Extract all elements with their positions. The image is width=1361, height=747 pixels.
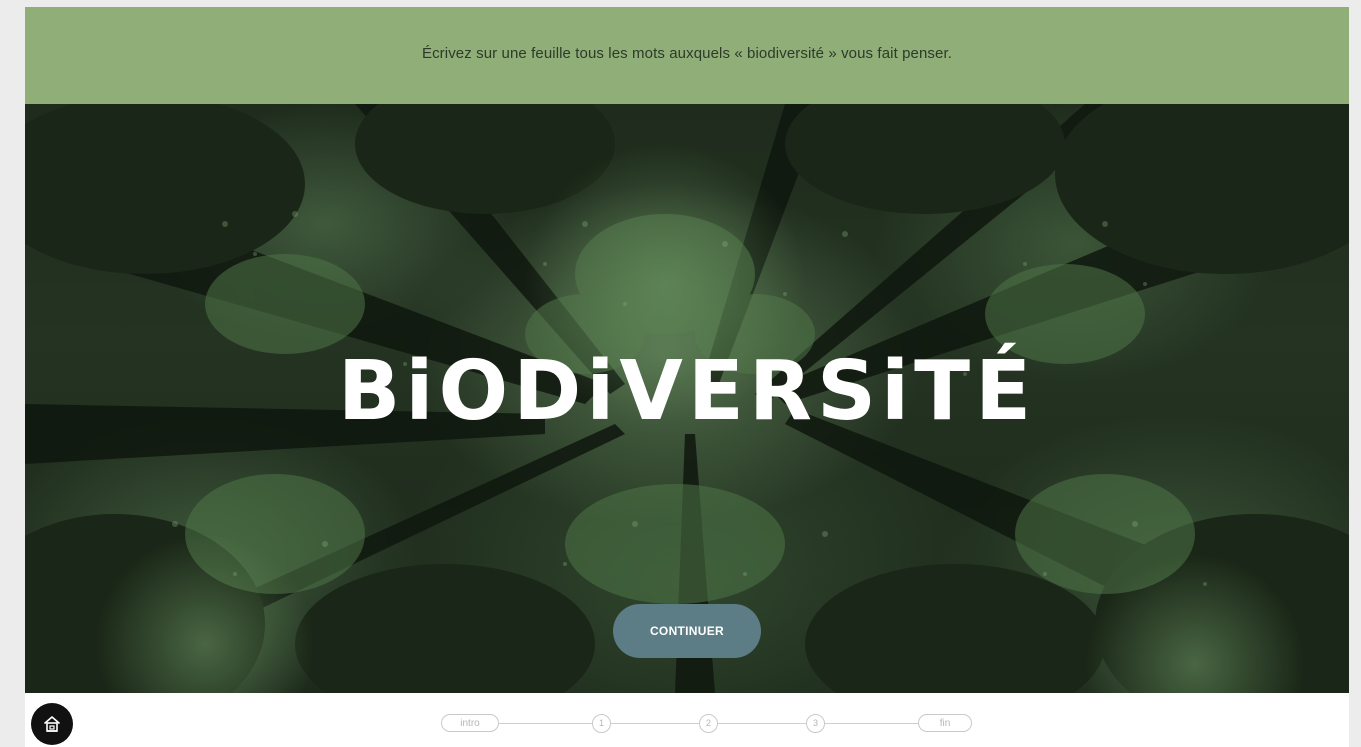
step-connector: [825, 722, 918, 724]
continue-button[interactable]: CONTINUER: [613, 604, 761, 658]
instruction-banner: Écrivez sur une feuille tous les mots au…: [25, 7, 1349, 104]
step-connector: [718, 722, 806, 724]
hero-title: BiODiVERSiTÉ: [337, 344, 1037, 439]
step-3[interactable]: 3: [806, 713, 825, 733]
home-button[interactable]: [31, 703, 73, 745]
footer-bar: intro 1 2 3 fin: [25, 693, 1349, 747]
step-1[interactable]: 1: [592, 713, 611, 733]
step-fin[interactable]: fin: [918, 714, 972, 732]
hero-forest-background: BiODiVERSiTÉ CONTINUER: [25, 104, 1349, 693]
step-intro[interactable]: intro: [441, 714, 499, 732]
step-connector: [499, 722, 592, 724]
step-connector: [611, 722, 699, 724]
step-2[interactable]: 2: [699, 713, 718, 733]
progress-stepper: intro 1 2 3 fin: [441, 713, 972, 733]
app-frame: Écrivez sur une feuille tous les mots au…: [25, 7, 1349, 747]
instruction-text: Écrivez sur une feuille tous les mots au…: [421, 45, 953, 62]
home-icon: [43, 716, 61, 732]
